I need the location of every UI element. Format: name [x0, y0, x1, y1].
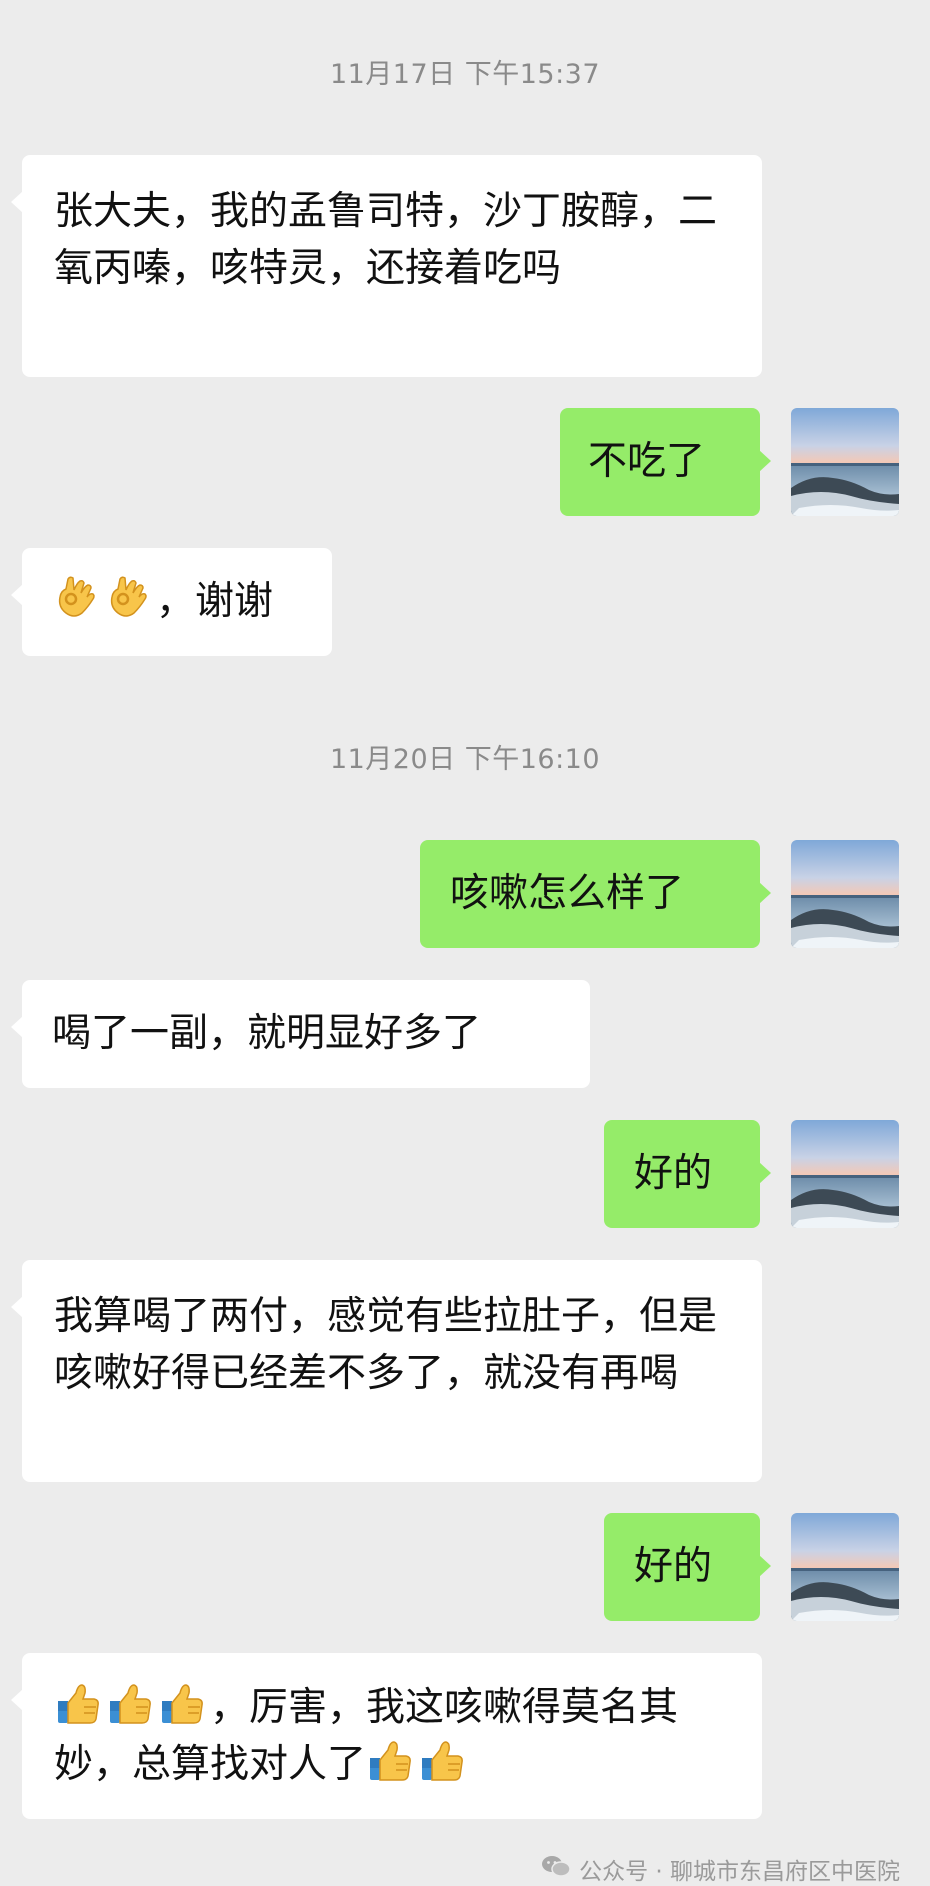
thumbs-up-icon: [106, 1679, 154, 1727]
message-bubble-sent[interactable]: 好的: [604, 1513, 771, 1621]
avatar-image: [791, 840, 899, 948]
thumbs-up-icon: [158, 1679, 206, 1727]
thumbs-up-icon: [418, 1736, 466, 1784]
timestamp: 11月17日 下午15:37: [329, 59, 601, 90]
thumbs-up-icon: [54, 1679, 102, 1727]
message-bubble-received[interactable]: 我算喝了两付，感觉有些拉肚子，但是咳嗽好得已经差不多了，就没有再喝: [11, 1260, 762, 1482]
avatar[interactable]: [791, 840, 899, 948]
ok-hand-icon: [104, 573, 152, 621]
wechat-icon: [541, 1854, 571, 1884]
message-text: 不吃了: [588, 439, 706, 484]
avatar[interactable]: [791, 1120, 899, 1228]
message-bubble-sent[interactable]: 不吃了: [560, 408, 771, 516]
message-bubble-received[interactable]: 喝了一副，就明显好多了: [11, 980, 590, 1088]
timestamp: 11月20日 下午16:10: [329, 744, 601, 775]
message-text: 我算喝了两付，感觉有些拉肚子，但是咳嗽好得已经差不多了，就没有再喝: [54, 1294, 718, 1396]
message-text: 张大夫，我的孟鲁司特，沙丁胺醇，二氧丙嗪，咳特灵，还接着吃吗: [54, 189, 718, 291]
avatar-image: [791, 1513, 899, 1621]
message-bubble-received[interactable]: 张大夫，我的孟鲁司特，沙丁胺醇，二氧丙嗪，咳特灵，还接着吃吗: [11, 155, 762, 377]
message-content: ，厉害，我这咳嗽得莫名其妙，总算找对人了: [54, 1679, 730, 1793]
avatar[interactable]: [791, 1513, 899, 1621]
watermark-text: 公众号 · 聊城市东昌府区中医院: [579, 1859, 900, 1885]
message-text: 喝了一副，就明显好多了: [52, 1011, 482, 1056]
avatar[interactable]: [791, 408, 899, 516]
ok-hand-icon: [52, 573, 100, 621]
message-text: ，谢谢: [156, 579, 274, 624]
message-content: ，谢谢: [52, 573, 302, 630]
message-text: 好的: [634, 1151, 713, 1196]
thumbs-up-icon: [366, 1736, 414, 1784]
message-bubble-received[interactable]: ，谢谢: [11, 548, 332, 656]
message-bubble-received[interactable]: ，厉害，我这咳嗽得莫名其妙，总算找对人了: [11, 1653, 762, 1819]
avatar-image: [791, 1120, 899, 1228]
message-bubble-sent[interactable]: 好的: [604, 1120, 771, 1228]
avatar-image: [791, 408, 899, 516]
message-text: 好的: [634, 1544, 713, 1589]
message-bubble-sent[interactable]: 咳嗽怎么样了: [420, 840, 771, 948]
watermark: 公众号 · 聊城市东昌府区中医院: [541, 1852, 900, 1886]
message-text: 咳嗽怎么样了: [450, 871, 685, 916]
